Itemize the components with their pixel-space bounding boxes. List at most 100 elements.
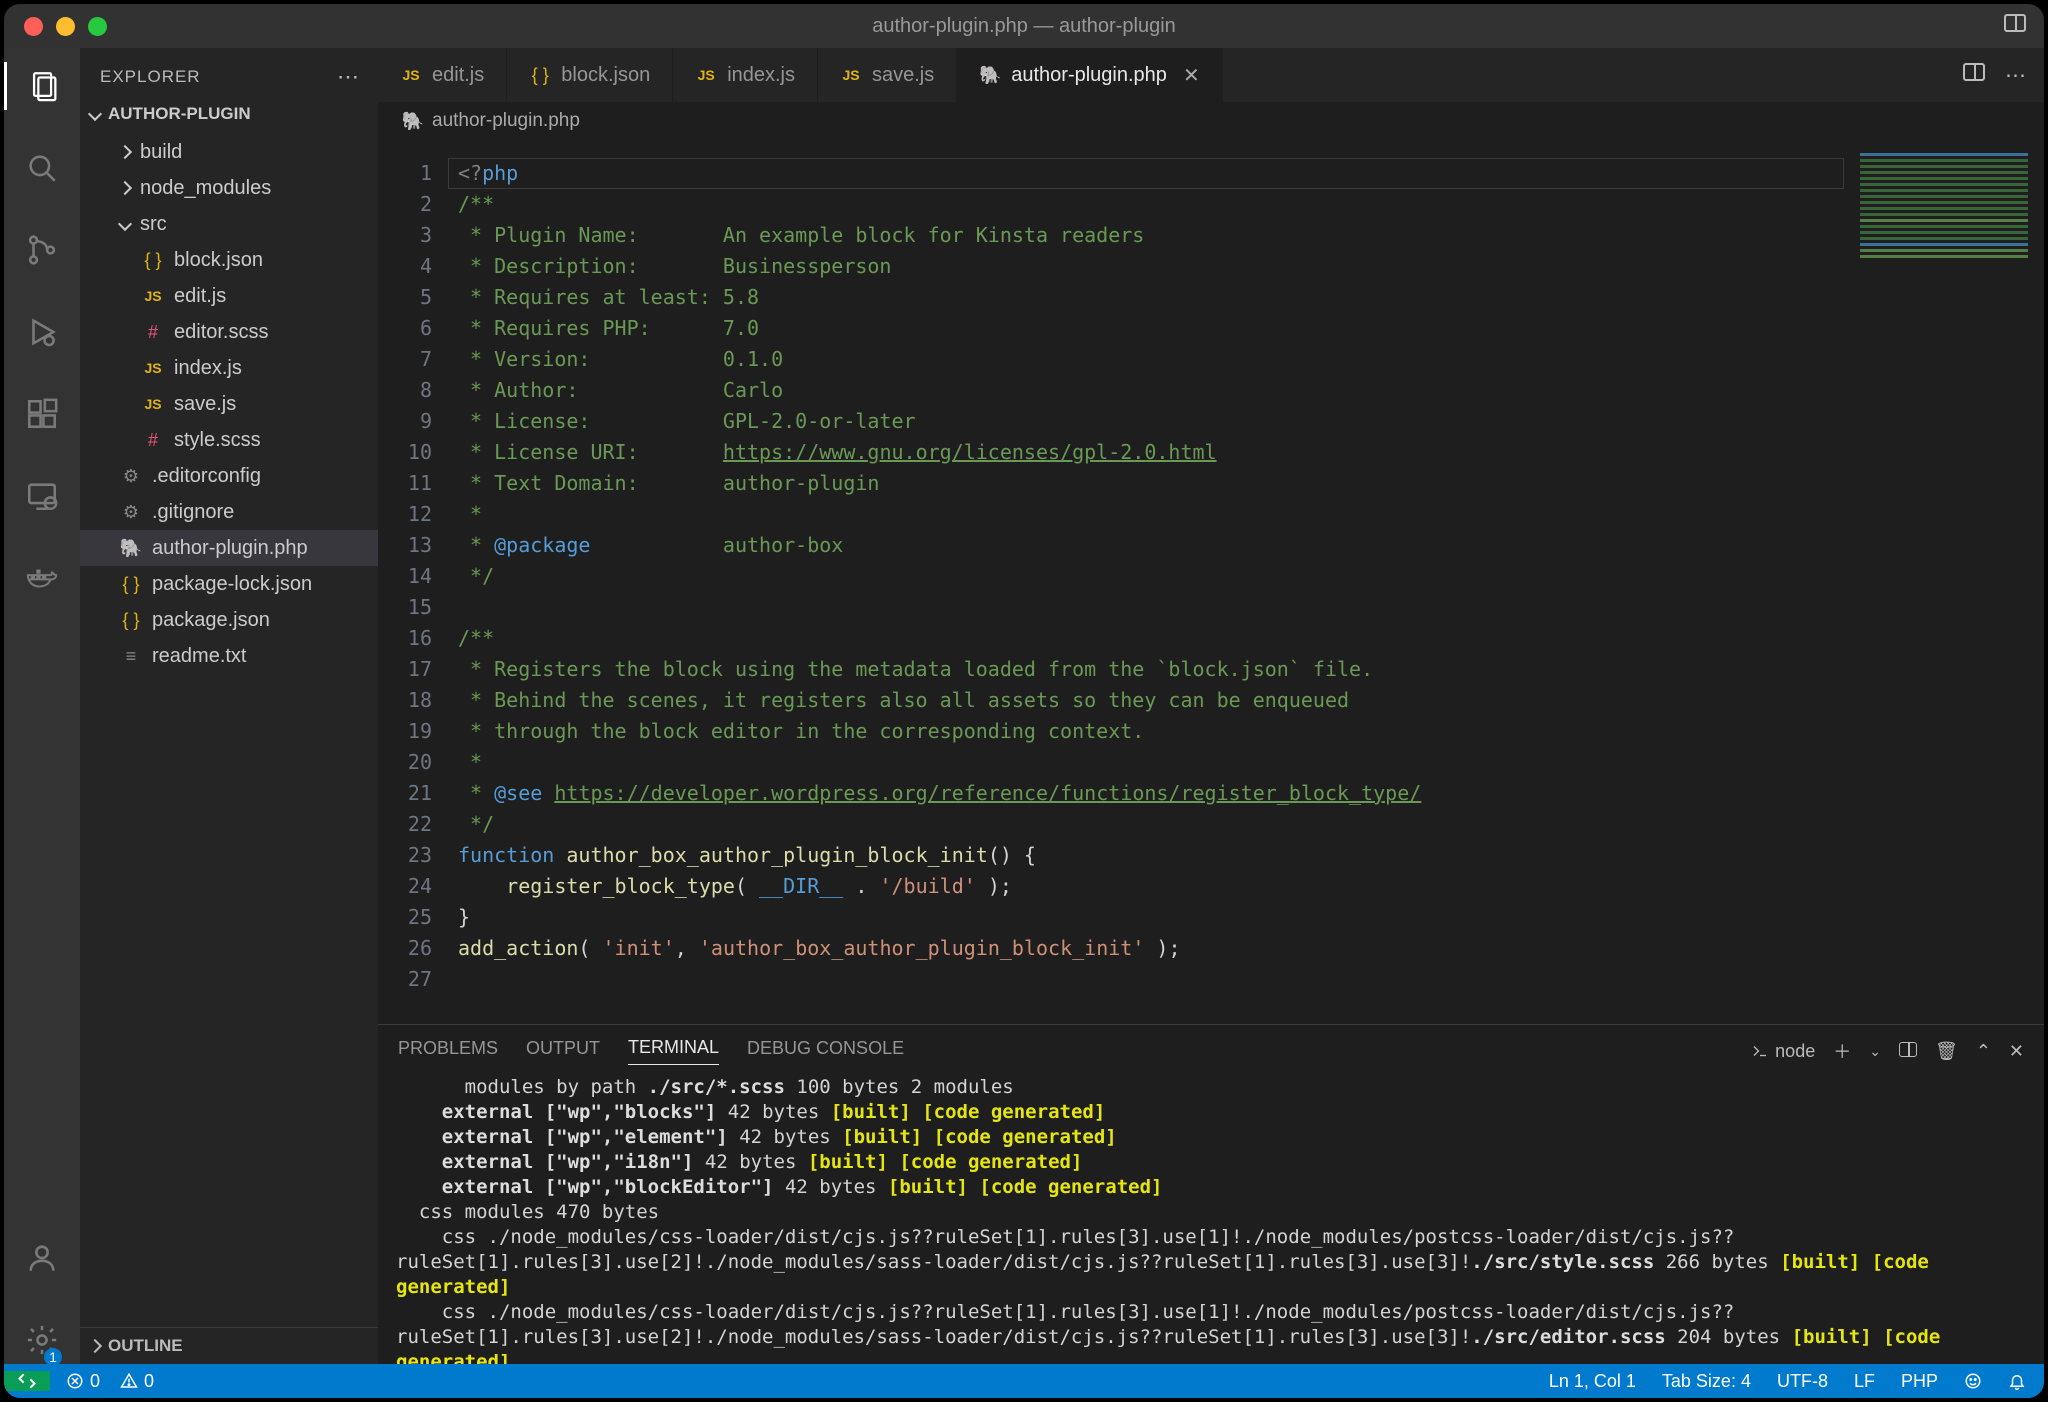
panel-tab-debug-console[interactable]: DEBUG CONSOLE: [747, 1038, 904, 1065]
status-errors[interactable]: 0: [66, 1371, 100, 1392]
panel-tab-terminal[interactable]: TERMINAL: [628, 1037, 719, 1065]
status-cursor-pos[interactable]: Ln 1, Col 1: [1549, 1371, 1636, 1392]
file-style.scss[interactable]: #style.scss: [80, 422, 378, 458]
file-.editorconfig[interactable]: ⚙.editorconfig: [80, 458, 378, 494]
tab-label: save.js: [872, 64, 934, 87]
php-icon: 🐘: [402, 111, 424, 132]
status-errors-count: 0: [90, 1371, 100, 1392]
editor-area: JSedit.js{ }block.jsonJSindex.jsJSsave.j…: [378, 48, 2044, 1364]
source-control-icon[interactable]: [4, 226, 80, 274]
tab-block.json[interactable]: { }block.json: [507, 48, 673, 102]
titlebar-layout-icon[interactable]: [2004, 14, 2026, 38]
status-bell-icon[interactable]: [2008, 1372, 2026, 1390]
close-icon[interactable]: ✕: [1183, 63, 1200, 88]
accounts-icon[interactable]: [4, 1234, 80, 1282]
tree-label: build: [140, 141, 182, 164]
tree-label: block.json: [174, 249, 263, 272]
remote-indicator[interactable]: [4, 1371, 50, 1391]
window-zoom-button[interactable]: [88, 17, 107, 36]
new-terminal-icon[interactable]: ＋: [1833, 1038, 1851, 1064]
breadcrumb[interactable]: 🐘 author-plugin.php: [378, 102, 2044, 140]
folder-src[interactable]: src: [80, 206, 378, 242]
file-save.js[interactable]: JSsave.js: [80, 386, 378, 422]
minimap[interactable]: [1854, 150, 2034, 270]
file-author-plugin.php[interactable]: 🐘author-plugin.php: [80, 530, 378, 566]
split-terminal-icon[interactable]: [1899, 1041, 1917, 1062]
editor-tabs: JSedit.js{ }block.jsonJSindex.jsJSsave.j…: [378, 48, 2044, 102]
explorer-icon[interactable]: [4, 62, 80, 110]
panel-tab-problems[interactable]: PROBLEMS: [398, 1038, 498, 1065]
file-package-lock.json[interactable]: { }package-lock.json: [80, 566, 378, 602]
panel-tab-output[interactable]: OUTPUT: [526, 1038, 600, 1065]
tree-label: package.json: [152, 609, 270, 632]
status-tab-size[interactable]: Tab Size: 4: [1662, 1371, 1751, 1392]
chevron-icon: [118, 181, 132, 195]
window-minimize-button[interactable]: [56, 17, 75, 36]
kill-terminal-icon[interactable]: 🗑: [1935, 1041, 1958, 1062]
status-eol[interactable]: LF: [1854, 1371, 1875, 1392]
status-encoding[interactable]: UTF-8: [1777, 1371, 1828, 1392]
tree-label: save.js: [174, 393, 236, 416]
file-index.js[interactable]: JSindex.js: [80, 350, 378, 386]
panel-maximize-icon[interactable]: ⌃: [1976, 1041, 1991, 1062]
outline-header[interactable]: OUTLINE: [80, 1327, 378, 1364]
folder-node_modules[interactable]: node_modules: [80, 170, 378, 206]
chevron-icon: [118, 217, 132, 231]
project-header[interactable]: AUTHOR-PLUGIN: [80, 96, 378, 134]
status-warnings-count: 0: [144, 1371, 154, 1392]
tree-label: node_modules: [140, 177, 271, 200]
file-edit.js[interactable]: JSedit.js: [80, 278, 378, 314]
traffic-lights: [4, 17, 107, 36]
chevron-right-icon: [88, 1339, 102, 1353]
vscode-window: author-plugin.php — author-plugin: [4, 4, 2044, 1398]
terminal-dropdown-icon[interactable]: ⌄: [1869, 1043, 1881, 1060]
file-.gitignore[interactable]: ⚙.gitignore: [80, 494, 378, 530]
docker-icon[interactable]: [4, 554, 80, 602]
file-editor.scss[interactable]: #editor.scss: [80, 314, 378, 350]
chevron-down-icon: [88, 107, 102, 121]
extensions-icon[interactable]: [4, 390, 80, 438]
file-readme.txt[interactable]: ≡readme.txt: [80, 638, 378, 674]
tab-label: index.js: [727, 64, 795, 87]
tree-label: style.scss: [174, 429, 261, 452]
file-tree: build node_modulessrc { }block.jsonJSedit.…: [80, 134, 378, 674]
status-warnings[interactable]: 0: [120, 1371, 154, 1392]
search-icon[interactable]: [4, 144, 80, 192]
folder-build[interactable]: build: [80, 134, 378, 170]
tab-author-plugin.php[interactable]: 🐘author-plugin.php✕: [957, 48, 1222, 102]
split-editor-icon[interactable]: [1963, 63, 1985, 87]
explorer-sidebar: EXPLORER ⋯ AUTHOR-PLUGIN build node_modul…: [80, 48, 378, 1364]
status-feedback-icon[interactable]: [1964, 1372, 1982, 1390]
terminal-output[interactable]: modules by path ./src/*.scss 100 bytes 2…: [378, 1071, 2044, 1364]
statusbar-right: Ln 1, Col 1 Tab Size: 4 UTF-8 LF PHP: [1549, 1371, 2044, 1392]
tree-label: index.js: [174, 357, 242, 380]
activity-bar: [4, 48, 80, 1364]
outline-label: OUTLINE: [108, 1336, 183, 1356]
tree-label: src: [140, 213, 167, 236]
settings-gear-icon[interactable]: [4, 1316, 80, 1364]
window-close-button[interactable]: [24, 17, 43, 36]
code-editor[interactable]: 1234567891011121314151617181920212223242…: [378, 140, 2044, 1024]
terminal-shell-picker[interactable]: node: [1751, 1041, 1815, 1062]
titlebar: author-plugin.php — author-plugin: [4, 4, 2044, 48]
tree-label: readme.txt: [152, 645, 246, 668]
tab-save.js[interactable]: JSsave.js: [818, 48, 957, 102]
tab-index.js[interactable]: JSindex.js: [673, 48, 818, 102]
tab-edit.js[interactable]: JSedit.js: [378, 48, 507, 102]
statusbar-left: 0 0: [4, 1371, 154, 1392]
file-block.json[interactable]: { }block.json: [80, 242, 378, 278]
code-content[interactable]: <?php /** * Plugin Name: An example bloc…: [448, 140, 2044, 1024]
remote-explorer-icon[interactable]: [4, 472, 80, 520]
line-gutter: 1234567891011121314151617181920212223242…: [378, 140, 448, 1024]
editor-tabs-actions: ⋯: [1963, 63, 2044, 88]
file-package.json[interactable]: { }package.json: [80, 602, 378, 638]
tree-label: editor.scss: [174, 321, 268, 344]
sidebar-more-icon[interactable]: ⋯: [337, 64, 360, 90]
tree-label: author-plugin.php: [152, 537, 308, 560]
terminal-shell-label: node: [1775, 1041, 1815, 1062]
editor-more-icon[interactable]: ⋯: [2005, 63, 2026, 88]
panel-close-icon[interactable]: ✕: [2009, 1041, 2024, 1062]
run-debug-icon[interactable]: [4, 308, 80, 356]
sidebar-title: EXPLORER: [100, 67, 201, 87]
status-language[interactable]: PHP: [1901, 1371, 1938, 1392]
